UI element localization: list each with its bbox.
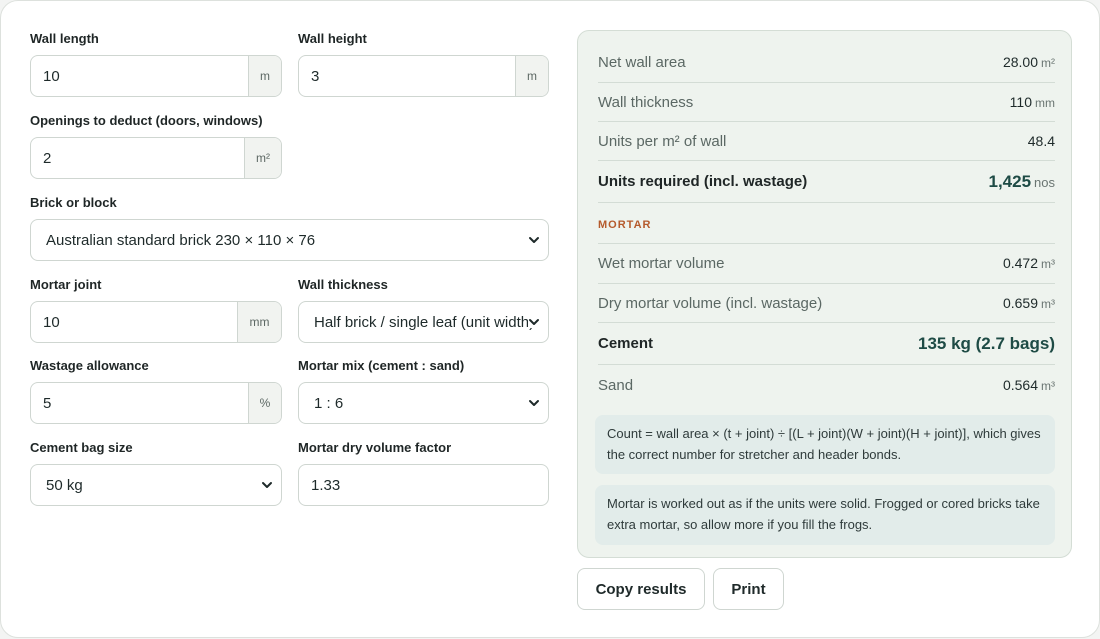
cement-bag-field: Cement bag size 50 kg	[30, 440, 282, 506]
mortar-section-heading: MORTAR	[598, 219, 652, 231]
mortar-joint-label: Mortar joint	[30, 277, 102, 292]
cement-bag-label: Cement bag size	[30, 440, 133, 455]
sand-value: 0.564	[1002, 376, 1038, 393]
sand-label: Sand	[598, 376, 634, 394]
result-wet-mortar: Wet mortar volume 0.472 m³	[598, 244, 1055, 284]
dry-mortar-label: Dry mortar volume (incl. wastage)	[598, 294, 823, 312]
dry-mortar-value: 0.659	[1002, 294, 1038, 311]
wall-height-field: Wall height m	[298, 31, 549, 97]
brick-field: Brick or block Australian standard brick…	[30, 195, 549, 261]
brick-select-value: Australian standard brick 230 × 110 × 76	[46, 231, 316, 249]
wall-length-group: m	[30, 55, 282, 97]
wall-length-field: Wall length m	[30, 31, 282, 97]
results-panel: Net wall area 28.00 m² Wall thickness 110…	[577, 30, 1072, 558]
openings-label: Openings to deduct (doors, windows)	[30, 113, 263, 128]
result-net-area: Net wall area 28.00 m²	[598, 42, 1055, 83]
dry-factor-field: Mortar dry volume factor 1.33	[298, 440, 549, 506]
dry-mortar-unit: m³	[1041, 296, 1055, 311]
wall-thickness-label: Wall thickness	[298, 277, 388, 292]
wet-mortar-unit: m³	[1041, 257, 1055, 271]
wall-length-unit: m	[248, 56, 281, 96]
wastage-unit: %	[248, 383, 281, 423]
mortar-joint-unit: mm	[237, 302, 281, 342]
chevron-down-icon	[529, 237, 539, 243]
cement-label: Cement	[598, 335, 654, 352]
mortar-mix-label: Mortar mix (cement : sand)	[298, 358, 465, 373]
net-area-unit: m²	[1041, 55, 1055, 70]
print-button[interactable]: Print	[713, 568, 784, 610]
wall-height-label: Wall height	[298, 31, 367, 46]
wall-height-unit: m	[515, 56, 548, 96]
net-area-label: Net wall area	[598, 53, 686, 71]
wall-length-input[interactable]	[31, 56, 248, 96]
wastage-input[interactable]	[31, 383, 248, 423]
units-required-value: 1,425	[988, 171, 1032, 191]
thickness-unit: mm	[1035, 95, 1055, 110]
wall-thickness-select[interactable]: Half brick / single leaf (unit width)	[298, 301, 549, 343]
mortar-mix-select[interactable]: 1 : 6	[298, 382, 549, 424]
result-dry-mortar: Dry mortar volume (incl. wastage) 0.659 m…	[598, 284, 1055, 323]
wall-thickness-select-value: Half brick / single leaf (unit width)	[314, 313, 535, 331]
openings-input[interactable]	[31, 138, 244, 178]
cement-value: 135 kg (2.7 bags)	[917, 333, 1055, 353]
mortar-joint-field: Mortar joint mm	[30, 277, 282, 343]
mortar-mix-field: Mortar mix (cement : sand) 1 : 6	[298, 358, 549, 424]
thickness-label: Wall thickness	[598, 93, 694, 111]
wastage-label: Wastage allowance	[30, 358, 149, 373]
result-units-required: Units required (incl. wastage) 1,425 nos	[598, 161, 1055, 203]
openings-group: m²	[30, 137, 282, 179]
mortar-joint-input[interactable]	[31, 302, 237, 342]
mortar-note: Mortar is worked out as if the units wer…	[595, 485, 1055, 545]
openings-unit: m²	[244, 138, 281, 178]
wall-height-group: m	[298, 55, 549, 97]
sand-unit: m³	[1041, 378, 1055, 393]
net-area-value: 28.00	[1002, 53, 1038, 70]
chevron-down-icon	[528, 316, 540, 328]
result-cement: Cement 135 kg (2.7 bags)	[598, 323, 1055, 365]
wall-length-label: Wall length	[30, 31, 99, 46]
result-sand: Sand 0.564 m³	[598, 365, 1055, 405]
wet-mortar-value: 0.472	[1002, 255, 1038, 271]
brick-label: Brick or block	[30, 195, 117, 210]
dry-factor-input[interactable]: 1.33	[298, 464, 549, 506]
result-thickness: Wall thickness 110 mm	[598, 83, 1055, 122]
dry-factor-label: Mortar dry volume factor	[298, 440, 452, 455]
thickness-value: 110	[1009, 93, 1032, 110]
result-units-per-m2: Units per m² of wall 48.4	[598, 122, 1055, 161]
formula-note: Count = wall area × (t + joint) ÷ [(L + …	[595, 415, 1055, 474]
mortar-joint-group: mm	[30, 301, 282, 343]
openings-field: Openings to deduct (doors, windows) m²	[30, 113, 282, 179]
wall-height-input[interactable]	[299, 56, 515, 96]
brick-select[interactable]: Australian standard brick 230 × 110 × 76	[30, 219, 549, 261]
units-per-m2-value: 48.4	[1027, 133, 1055, 149]
units-per-m2-label: Units per m² of wall	[598, 132, 727, 150]
wet-mortar-label: Wet mortar volume	[598, 255, 725, 272]
calculator-card: Wall length m Wall height m Openings to …	[0, 0, 1100, 638]
cement-bag-select[interactable]: 50 kg	[30, 464, 282, 506]
cement-bag-select-value: 50 kg	[46, 476, 83, 494]
wastage-field: Wastage allowance %	[30, 358, 282, 424]
wastage-group: %	[30, 382, 282, 424]
units-required-label: Units required (incl. wastage)	[598, 173, 808, 190]
units-required-unit: nos	[1034, 174, 1055, 190]
mortar-mix-select-value: 1 : 6	[314, 394, 344, 412]
copy-results-button[interactable]: Copy results	[577, 568, 705, 610]
wall-thickness-field: Wall thickness Half brick / single leaf …	[298, 277, 549, 343]
chevron-down-icon	[262, 482, 272, 488]
chevron-down-icon	[529, 400, 539, 406]
